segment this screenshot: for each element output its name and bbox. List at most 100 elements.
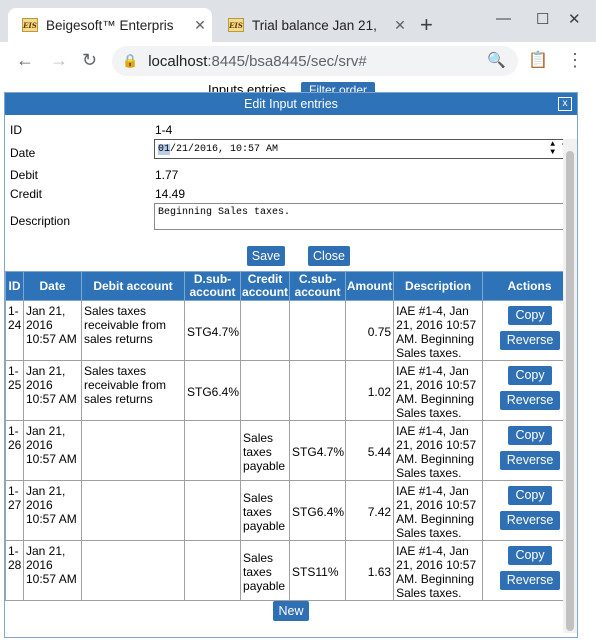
copy-button[interactable]: Copy xyxy=(508,486,552,505)
cell-date: Jan 21, 2016 10:57 AM xyxy=(23,360,82,421)
date-rest: /21/2016, 10:57 AM xyxy=(170,143,279,155)
tab-title: Beigesoft™ Enterpris xyxy=(46,17,174,33)
cell-amount: 1.02 xyxy=(345,360,395,421)
cell-c-sub-account xyxy=(289,300,347,361)
new-button[interactable]: New xyxy=(273,601,309,621)
date-month-segment: 01 xyxy=(158,143,171,155)
cell-amount: 1.63 xyxy=(345,540,395,601)
cell-date: Jan 21, 2016 10:57 AM xyxy=(23,540,82,601)
cell-debit-account: Sales taxes receivable from sales return… xyxy=(81,360,185,421)
cell-description: IAE #1-4, Jan 21, 2016 10:57 AM. Beginni… xyxy=(393,360,484,421)
cell-date: Jan 21, 2016 10:57 AM xyxy=(23,420,82,481)
minimize-icon[interactable]: — xyxy=(496,10,511,27)
eis-favicon-icon: EIS xyxy=(228,18,244,32)
credit-label: Credit xyxy=(10,187,43,201)
close-window-icon[interactable]: ✕ xyxy=(568,10,581,28)
header-description: Description xyxy=(393,271,484,301)
cell-id: 1-28 xyxy=(5,540,24,601)
cell-id: 1-25 xyxy=(5,360,24,421)
description-textarea[interactable]: Beginning Sales taxes. xyxy=(154,203,574,230)
cell-amount: 7.42 xyxy=(345,480,395,541)
header-id: ID xyxy=(5,271,24,301)
cell-debit-account xyxy=(81,420,185,481)
navigation-bar: ← → ↻ 🔒 localhost:8445/bsa8445/sec/srv# … xyxy=(0,42,596,80)
header-date: Date xyxy=(23,271,82,301)
close-tab-icon[interactable]: ✕ xyxy=(188,17,212,34)
lock-icon: 🔒 xyxy=(122,53,139,68)
cell-credit-account xyxy=(240,300,291,361)
debit-value: 1.77 xyxy=(155,168,179,182)
cell-date: Jan 21, 2016 10:57 AM xyxy=(23,300,82,361)
cell-c-sub-account: STS11% xyxy=(289,540,347,601)
url-host: localhost xyxy=(148,52,208,70)
forward-icon[interactable]: → xyxy=(50,50,68,71)
reload-icon[interactable]: ↻ xyxy=(82,50,97,71)
cell-credit-account: Sales taxes payable xyxy=(240,420,291,481)
address-bar[interactable]: 🔒 localhost:8445/bsa8445/sec/srv# 🔍 xyxy=(112,46,518,76)
header-credit-account: Credit account xyxy=(240,271,291,301)
table-row: 1-26 Jan 21, 2016 10:57 AM Sales taxes pay… xyxy=(5,420,577,481)
id-value: 1-4 xyxy=(155,123,173,137)
new-tab-icon[interactable]: + xyxy=(420,12,433,38)
tab-title: Trial balance Jan 21, xyxy=(252,17,377,33)
cell-d-sub-account xyxy=(183,480,242,541)
cell-description: IAE #1-4, Jan 21, 2016 10:57 AM. Beginni… xyxy=(393,480,484,541)
reverse-button[interactable]: Reverse xyxy=(499,451,561,470)
back-icon[interactable]: ← xyxy=(16,50,34,71)
credit-value: 14.49 xyxy=(155,187,186,201)
copy-button[interactable]: Copy xyxy=(508,546,552,565)
cell-credit-account xyxy=(240,360,291,421)
reverse-button[interactable]: Reverse xyxy=(499,511,561,530)
close-tab-icon[interactable]: ✕ xyxy=(388,17,412,34)
zoom-icon[interactable]: 🔍 xyxy=(487,51,506,69)
dialog-scrollbar[interactable] xyxy=(563,139,577,633)
close-button[interactable]: Close xyxy=(308,246,350,266)
table-row: 1-28 Jan 21, 2016 10:57 AM Sales taxes pay… xyxy=(5,540,577,601)
dialog-title: Edit Input entries xyxy=(244,97,338,111)
cell-credit-account: Sales taxes payable xyxy=(240,540,291,601)
scrollbar-thumb[interactable] xyxy=(566,151,574,631)
cell-debit-account xyxy=(81,540,185,601)
save-button[interactable]: Save xyxy=(247,246,285,266)
cell-description: IAE #1-4, Jan 21, 2016 10:57 AM. Beginni… xyxy=(393,300,484,361)
table-row: 1-24 Jan 21, 2016 10:57 AM Sales taxes rec… xyxy=(5,300,577,361)
extension-icon[interactable]: 📋 xyxy=(528,50,548,70)
copy-button[interactable]: Copy xyxy=(508,426,552,445)
cell-d-sub-account xyxy=(183,540,242,601)
header-c-sub-account: C.sub-account xyxy=(289,271,347,301)
cell-d-sub-account xyxy=(183,420,242,481)
tab-beigesoft[interactable]: EIS Beigesoft™ Enterpris ✕ xyxy=(8,8,212,42)
cell-description: IAE #1-4, Jan 21, 2016 10:57 AM. Beginni… xyxy=(393,420,484,481)
date-spinner-icon[interactable]: ▲ ▼ xyxy=(550,141,555,157)
browser-chrome: EIS Beigesoft™ Enterpris ✕ EIS Trial bal… xyxy=(0,0,596,90)
reverse-button[interactable]: Reverse xyxy=(499,571,561,590)
menu-icon[interactable]: ⋮ xyxy=(566,50,584,71)
copy-button[interactable]: Copy xyxy=(508,366,552,385)
reverse-button[interactable]: Reverse xyxy=(499,331,561,350)
table-row: 1-25 Jan 21, 2016 10:57 AM Sales taxes rec… xyxy=(5,360,577,421)
header-debit-account: Debit account xyxy=(81,271,185,301)
header-amount: Amount xyxy=(345,271,395,301)
cell-id: 1-26 xyxy=(5,420,24,481)
cell-amount: 0.75 xyxy=(345,300,395,361)
copy-button[interactable]: Copy xyxy=(508,306,552,325)
url-path: :8445/bsa8445/sec/srv# xyxy=(207,52,367,70)
cell-id: 1-24 xyxy=(5,300,24,361)
cell-date: Jan 21, 2016 10:57 AM xyxy=(23,480,82,541)
dialog-close-icon[interactable]: x xyxy=(558,97,572,111)
reverse-button[interactable]: Reverse xyxy=(499,391,561,410)
debit-label: Debit xyxy=(10,168,39,182)
cell-c-sub-account xyxy=(289,360,347,421)
header-d-sub-account: D.sub-account xyxy=(183,271,242,301)
date-input[interactable]: 01/21/2016, 10:57 AM ▲▼ ▼ xyxy=(154,139,572,159)
dialog-title-bar: Edit Input entries x xyxy=(5,93,577,115)
maximize-icon[interactable]: ☐ xyxy=(536,10,549,28)
edit-input-entries-dialog: Edit Input entries x ID 1-4 Date 01/21/2… xyxy=(4,92,578,638)
cell-id: 1-27 xyxy=(5,480,24,541)
tab-trial-balance[interactable]: EIS Trial balance Jan 21, ✕ xyxy=(214,8,412,42)
eis-favicon-icon: EIS xyxy=(22,18,38,32)
table-row: 1-27 Jan 21, 2016 10:57 AM Sales taxes pay… xyxy=(5,480,577,541)
cell-c-sub-account: STG4.7% xyxy=(289,420,347,481)
entries-table: ID Date Debit account D.sub-account Cred… xyxy=(5,271,577,601)
cell-d-sub-account: STG6.4% xyxy=(183,360,242,421)
